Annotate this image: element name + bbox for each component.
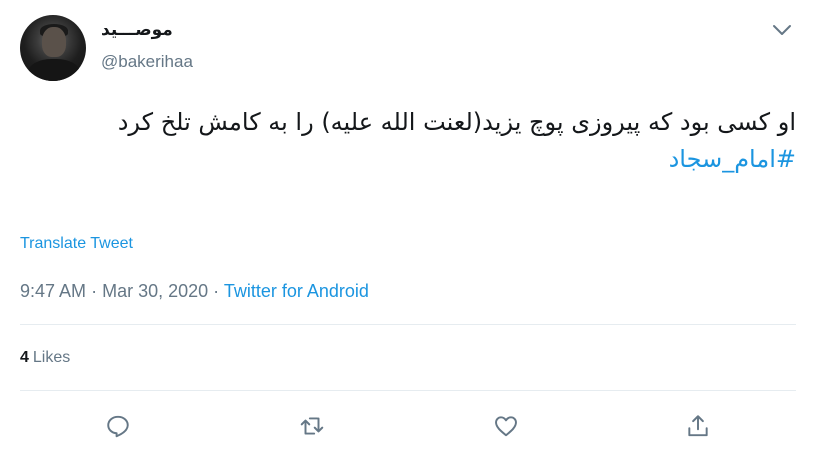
display-name[interactable]: موصـــيد bbox=[101, 20, 173, 40]
chevron-down-icon[interactable] bbox=[770, 18, 794, 42]
avatar[interactable] bbox=[20, 15, 86, 81]
share-icon bbox=[685, 415, 711, 443]
meta-separator: · bbox=[91, 281, 98, 301]
heart-icon bbox=[493, 416, 519, 443]
retweet-icon bbox=[299, 417, 325, 443]
translate-tweet-link[interactable]: Translate Tweet bbox=[20, 235, 133, 253]
avatar-body bbox=[28, 59, 80, 81]
meta-separator: · bbox=[213, 281, 220, 301]
user-handle[interactable]: @bakerihaa bbox=[101, 52, 193, 72]
likes-count: 4 bbox=[20, 349, 29, 366]
like-button[interactable] bbox=[493, 413, 519, 439]
share-button[interactable] bbox=[685, 413, 711, 439]
reply-icon bbox=[105, 415, 131, 443]
tweet-text: او کسی بود که پیروزی پوچ یزید(لعنت الله … bbox=[20, 104, 796, 178]
avatar-face bbox=[42, 27, 66, 57]
divider bbox=[20, 324, 796, 325]
hashtag-link[interactable]: #امام_سجاد bbox=[20, 141, 796, 178]
reply-button[interactable] bbox=[105, 413, 131, 439]
tweet-date[interactable]: Mar 30, 2020 bbox=[102, 281, 208, 301]
tweet-card: موصـــيد @bakerihaa او کسی بود که پیروزی… bbox=[0, 0, 816, 458]
likes-stat[interactable]: 4 Likes bbox=[20, 349, 70, 367]
tweet-body: او کسی بود که پیروزی پوچ یزید(لعنت الله … bbox=[117, 108, 796, 136]
divider bbox=[20, 390, 796, 391]
tweet-meta: 9:47 AM · Mar 30, 2020 · Twitter for And… bbox=[20, 281, 369, 302]
likes-label: Likes bbox=[32, 349, 71, 366]
retweet-button[interactable] bbox=[299, 413, 325, 439]
tweet-source-link[interactable]: Twitter for Android bbox=[224, 281, 369, 301]
tweet-time[interactable]: 9:47 AM bbox=[20, 281, 86, 301]
